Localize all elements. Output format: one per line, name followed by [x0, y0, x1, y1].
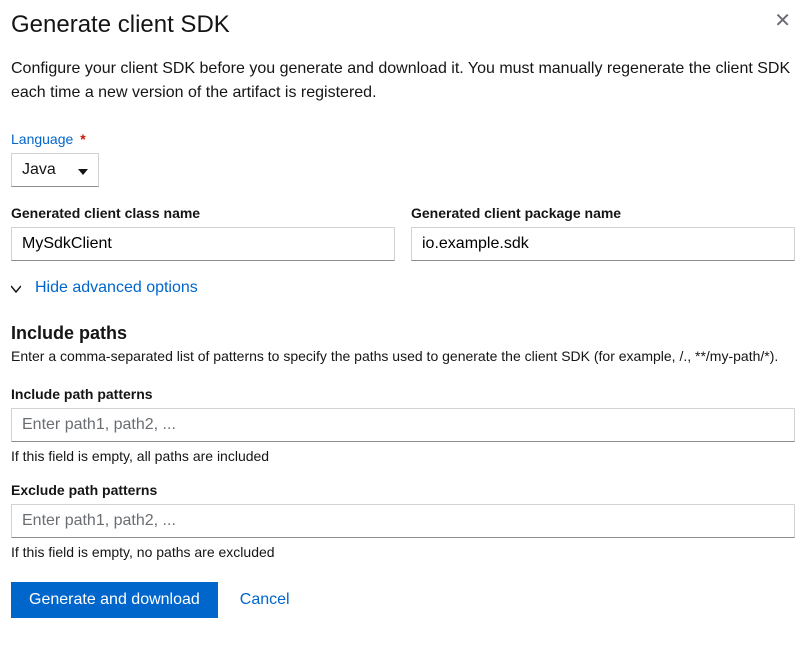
- chevron-down-icon: [11, 280, 21, 296]
- include-paths-description: Enter a comma-separated list of patterns…: [11, 348, 795, 364]
- language-select[interactable]: Java: [11, 153, 99, 187]
- class-name-input[interactable]: [11, 227, 395, 261]
- include-patterns-helper: If this field is empty, all paths are in…: [11, 448, 795, 464]
- include-patterns-input[interactable]: [11, 408, 795, 442]
- include-paths-heading: Include paths: [11, 323, 795, 344]
- cancel-button[interactable]: Cancel: [240, 591, 290, 609]
- generate-download-button[interactable]: Generate and download: [11, 582, 218, 618]
- language-select-value: Java: [22, 161, 62, 179]
- required-marker: *: [80, 131, 85, 147]
- include-patterns-label: Include path patterns: [11, 386, 795, 402]
- language-label-text: Language: [11, 131, 73, 147]
- exclude-patterns-label: Exclude path patterns: [11, 482, 795, 498]
- exclude-patterns-input[interactable]: [11, 504, 795, 538]
- exclude-patterns-helper: If this field is empty, no paths are exc…: [11, 544, 795, 560]
- language-label: Language *: [11, 131, 795, 147]
- package-name-label: Generated client package name: [411, 205, 795, 221]
- advanced-options-toggle[interactable]: Hide advanced options: [11, 279, 795, 297]
- page-title: Generate client SDK: [11, 11, 230, 39]
- dialog-description: Configure your client SDK before you gen…: [11, 57, 795, 105]
- class-name-label: Generated client class name: [11, 205, 395, 221]
- close-icon[interactable]: ✕: [770, 11, 795, 31]
- caret-down-icon: [78, 162, 88, 178]
- advanced-options-label: Hide advanced options: [35, 279, 198, 297]
- package-name-input[interactable]: [411, 227, 795, 261]
